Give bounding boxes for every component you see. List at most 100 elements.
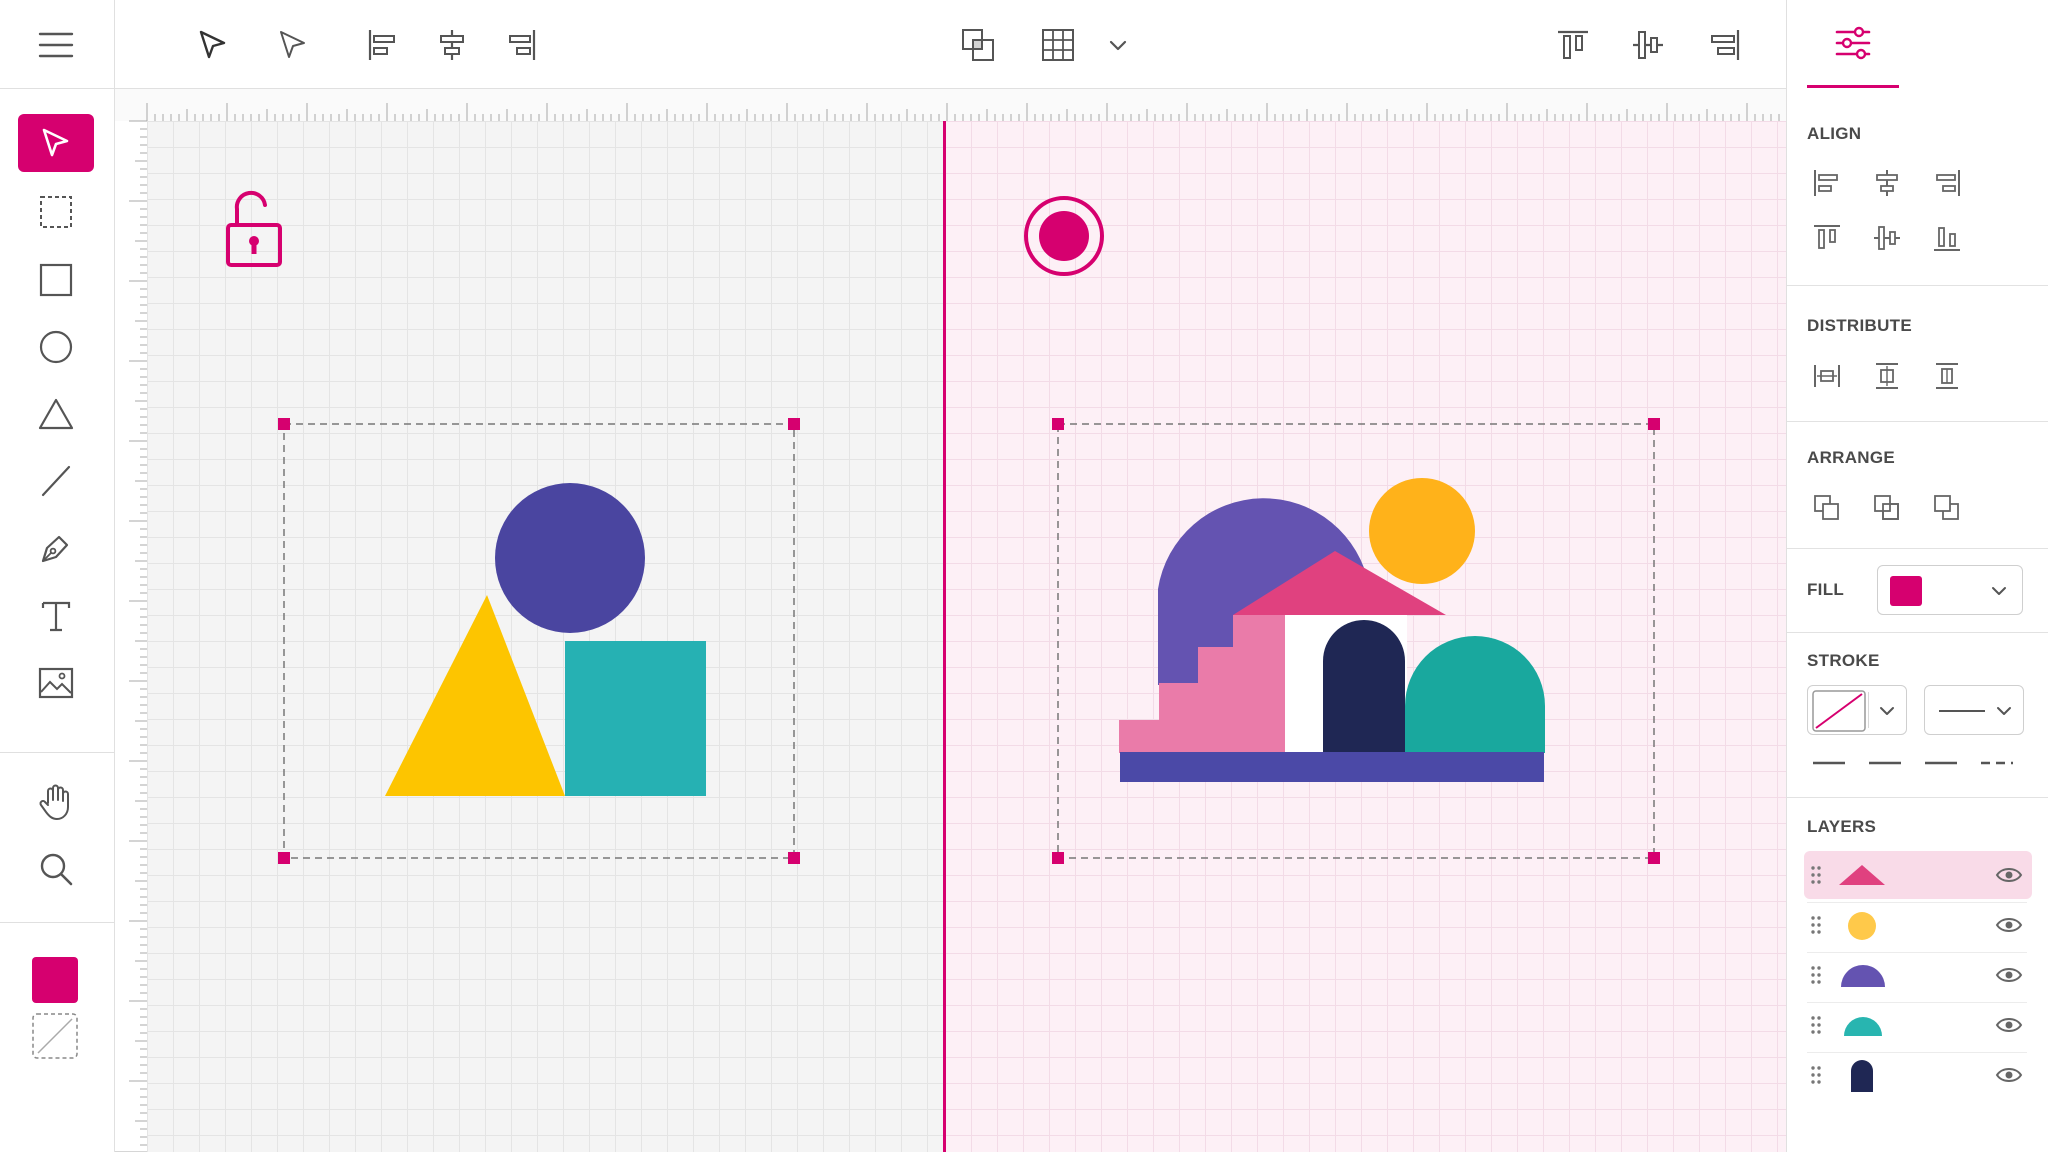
- resize-handle[interactable]: [278, 418, 290, 430]
- fill-color-swatch: [1890, 576, 1922, 606]
- overlap-button[interactable]: [955, 22, 1001, 68]
- align-section-title: ALIGN: [1807, 124, 1862, 143]
- distribute-spacing-button[interactable]: [1927, 356, 1967, 396]
- send-backward-button[interactable]: [1867, 488, 1907, 528]
- hamburger-menu-button[interactable]: [38, 30, 74, 60]
- no-stroke-icon: [32, 1013, 78, 1059]
- image-icon: [38, 667, 74, 699]
- basic-shapes-group[interactable]: [383, 483, 863, 923]
- align-center-button[interactable]: [1867, 163, 1907, 203]
- panel-divider: [1787, 797, 2048, 798]
- tab-properties[interactable]: [1807, 0, 1899, 88]
- eye-icon[interactable]: [1995, 965, 2023, 985]
- direct-select-icon: [280, 31, 305, 58]
- fill-color-select[interactable]: [1877, 565, 2023, 615]
- select-arrow-icon: [199, 30, 226, 59]
- lock-toggle[interactable]: [223, 187, 287, 271]
- stroke-color-select[interactable]: [1807, 685, 1907, 735]
- drag-handle-icon[interactable]: [1810, 1065, 1822, 1085]
- line-tool[interactable]: [18, 452, 94, 510]
- circle-shape[interactable]: [495, 483, 645, 633]
- square-shape[interactable]: [565, 641, 706, 796]
- select-tool[interactable]: [18, 114, 94, 172]
- distribute-vertical-button[interactable]: [1867, 356, 1907, 396]
- eye-icon[interactable]: [1995, 915, 2023, 935]
- align-left-button[interactable]: [359, 22, 405, 68]
- artboard-divider[interactable]: [943, 121, 946, 1152]
- eye-icon[interactable]: [1995, 1065, 2023, 1085]
- drag-handle-icon[interactable]: [1810, 1015, 1822, 1035]
- bush-shape[interactable]: [1405, 636, 1545, 753]
- layers-section-title: LAYERS: [1807, 817, 1877, 836]
- marquee-select-icon: [40, 196, 72, 228]
- stroke-color-swatch[interactable]: [32, 1013, 78, 1059]
- stroke-weight-medium[interactable]: [1863, 743, 1907, 783]
- drag-handle-icon[interactable]: [1810, 965, 1822, 985]
- stroke-weight-thick[interactable]: [1919, 743, 1963, 783]
- eye-icon[interactable]: [1995, 1015, 2023, 1035]
- resize-handle[interactable]: [1052, 852, 1064, 864]
- layer-row-roof[interactable]: [1804, 851, 2032, 899]
- align-middle-button[interactable]: [1867, 218, 1907, 258]
- text-tool[interactable]: [18, 587, 94, 645]
- vertical-ruler[interactable]: [115, 89, 147, 1152]
- pen-tool[interactable]: [18, 519, 94, 577]
- align-bottom-button[interactable]: [1700, 22, 1746, 68]
- canvas[interactable]: [147, 121, 1786, 1152]
- text-icon: [41, 601, 71, 632]
- layer-row-arch[interactable]: [1804, 951, 2032, 999]
- resize-handle[interactable]: [1648, 418, 1660, 430]
- distribute-section-title: DISTRIBUTE: [1807, 316, 1912, 335]
- align-top-button[interactable]: [1807, 218, 1847, 258]
- record-toggle[interactable]: [1021, 193, 1107, 279]
- marquee-tool[interactable]: [18, 183, 94, 241]
- distribute-horizontal-button[interactable]: [1807, 356, 1847, 396]
- bring-forward-button[interactable]: [1807, 488, 1847, 528]
- horizontal-ruler[interactable]: [115, 89, 1786, 121]
- resize-handle[interactable]: [1648, 852, 1660, 864]
- bring-to-front-icon: [1934, 495, 1959, 520]
- grid-options-dropdown[interactable]: [1095, 22, 1141, 68]
- align-bottom-button[interactable]: [1927, 218, 1967, 258]
- layer-row-bush[interactable]: [1804, 1001, 2032, 1049]
- triangle-tool[interactable]: [18, 385, 94, 443]
- house-illustration[interactable]: [1087, 471, 1667, 791]
- align-left-icon: [368, 30, 395, 60]
- sun-shape[interactable]: [1369, 478, 1475, 584]
- align-top-button[interactable]: [1550, 22, 1596, 68]
- resize-handle[interactable]: [278, 852, 290, 864]
- image-tool[interactable]: [18, 654, 94, 712]
- layer-row-door[interactable]: [1804, 1051, 2032, 1099]
- drag-handle-icon[interactable]: [1810, 915, 1822, 935]
- align-right-button[interactable]: [499, 22, 545, 68]
- align-left-button[interactable]: [1807, 163, 1847, 203]
- grid-button[interactable]: [1035, 22, 1081, 68]
- resize-handle[interactable]: [1052, 418, 1064, 430]
- align-middle-button[interactable]: [1625, 22, 1671, 68]
- stroke-style-select[interactable]: [1924, 685, 2024, 735]
- align-right-button[interactable]: [1927, 163, 1967, 203]
- bring-to-front-button[interactable]: [1927, 488, 1967, 528]
- circle-layer-icon: [1848, 912, 1876, 940]
- zoom-tool[interactable]: [18, 840, 94, 898]
- align-center-button[interactable]: [429, 22, 475, 68]
- direct-select-button[interactable]: [270, 22, 316, 68]
- align-right-icon: [1936, 170, 1960, 196]
- door-shape[interactable]: [1323, 620, 1405, 753]
- fill-color-swatch[interactable]: [32, 957, 78, 1003]
- ellipse-tool[interactable]: [18, 318, 94, 376]
- stroke-dashed[interactable]: [1975, 743, 2019, 783]
- chevron-down-icon: [1992, 587, 2006, 595]
- drag-handle-icon[interactable]: [1810, 865, 1822, 885]
- hand-tool[interactable]: [18, 773, 94, 831]
- left-toolbar: [0, 0, 115, 1152]
- half-circle-layer-icon: [1841, 965, 1885, 987]
- layer-row-sun[interactable]: [1804, 901, 2032, 949]
- stroke-weight-thin[interactable]: [1807, 743, 1851, 783]
- rectangle-tool[interactable]: [18, 251, 94, 309]
- align-bottom-icon: [1934, 227, 1960, 251]
- ground-shape[interactable]: [1120, 752, 1544, 782]
- select-button[interactable]: [190, 22, 236, 68]
- resize-handle[interactable]: [788, 418, 800, 430]
- eye-icon[interactable]: [1995, 865, 2023, 885]
